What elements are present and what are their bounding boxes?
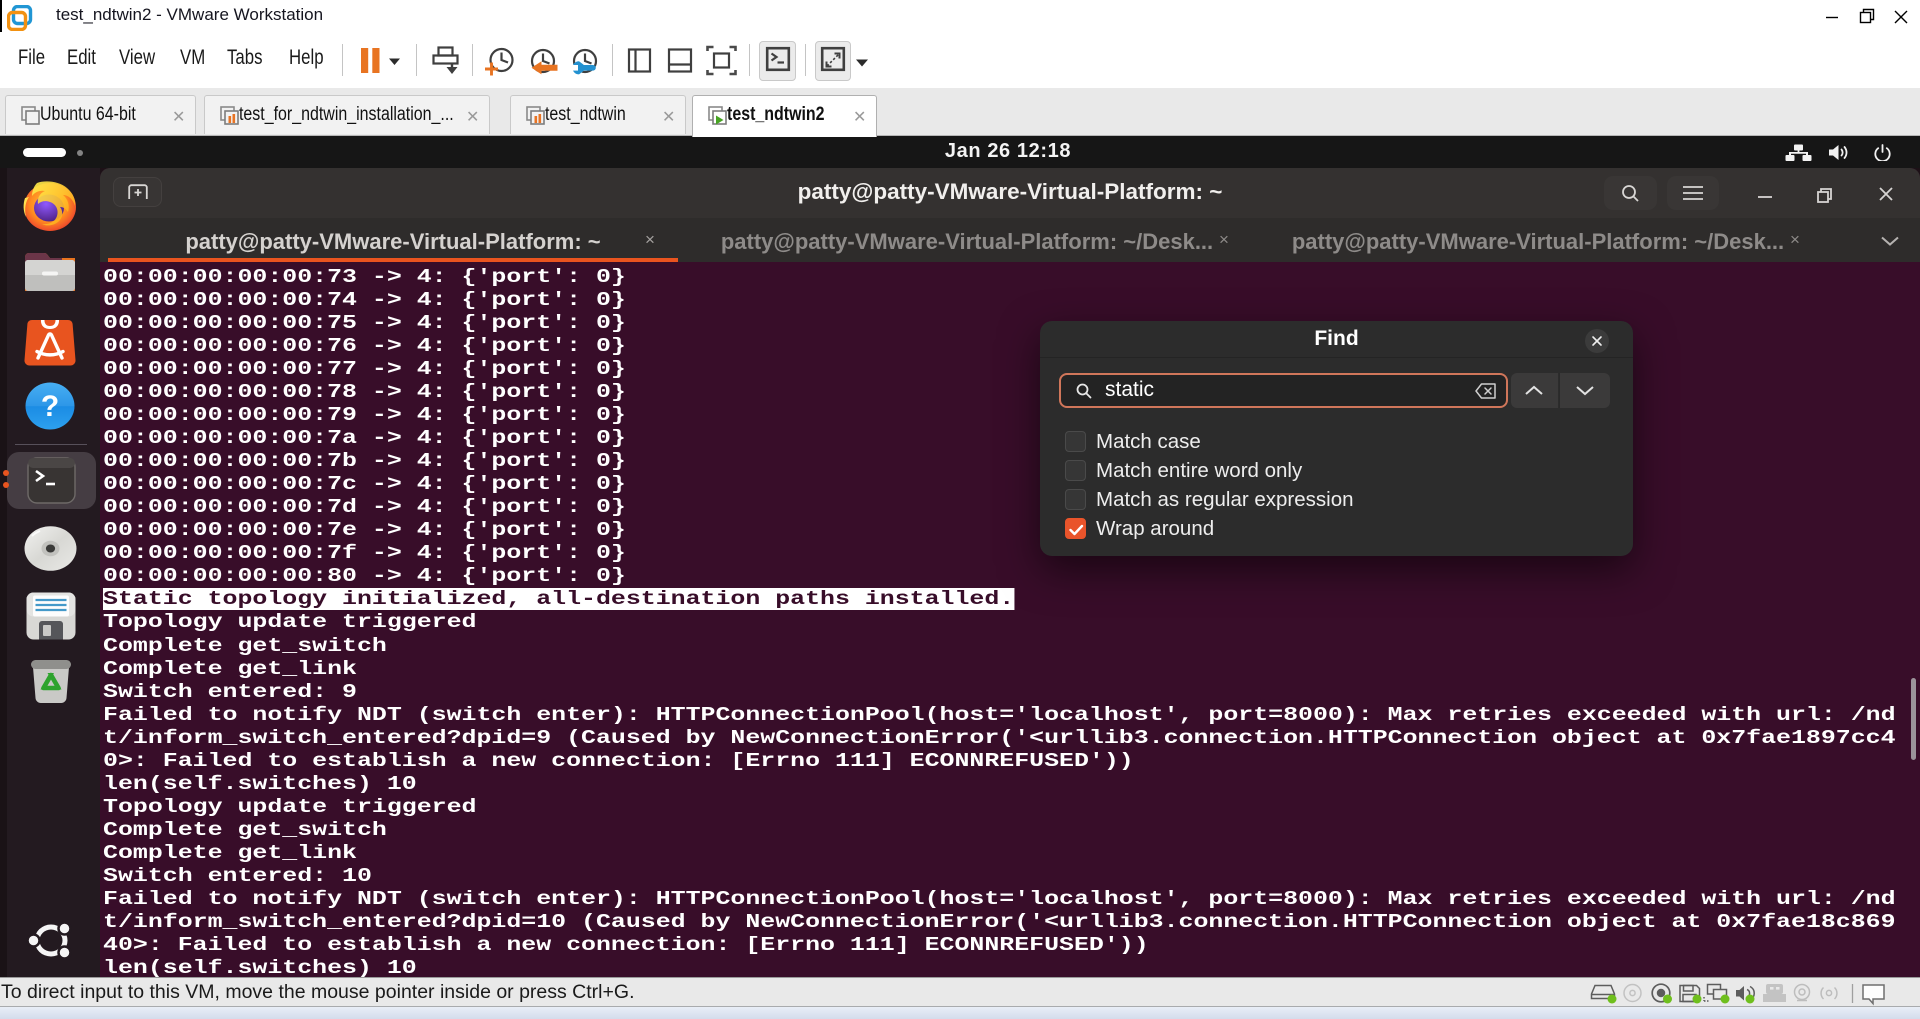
- svg-text:?: ?: [41, 390, 59, 423]
